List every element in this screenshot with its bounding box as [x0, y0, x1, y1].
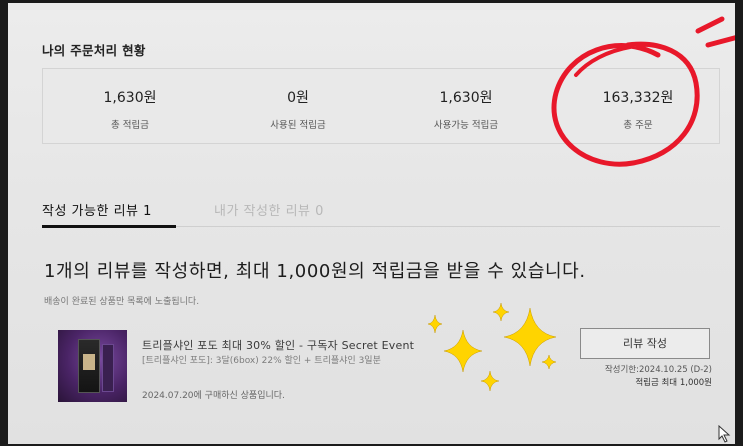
total-points-value: 1,630원	[103, 90, 157, 106]
review-deadline: 작성기한:2024.10.25 (D-2)	[604, 365, 712, 375]
available-points-label: 사용가능 적립금	[433, 120, 499, 131]
tab-divider	[176, 226, 720, 227]
sparkle-small-icon	[541, 354, 557, 370]
write-review-button[interactable]: 리뷰 작성	[580, 328, 710, 359]
active-tab-indicator	[42, 225, 176, 228]
bottle-image	[78, 339, 100, 393]
review-reward-headline: 1개의 리뷰를 작성하면, 최대 1,000원의 적립금을 받을 수 있습니다.	[44, 261, 586, 282]
product-title-link[interactable]: 트리플샤인 포도 최대 30% 할인 - 구독자 Secret Event	[142, 337, 414, 353]
purchase-date: 2024.07.20에 구매하신 상품입니다.	[142, 391, 285, 401]
total-orders-stat: 163,332원 총 주문	[563, 87, 713, 131]
sparkle-small-icon	[427, 314, 443, 334]
tab-my-reviews[interactable]: 내가 작성한 리뷰 0	[214, 200, 324, 219]
sparkle-decorations	[427, 302, 557, 392]
total-points-stat: 1,630원 총 적립금	[55, 87, 205, 131]
sparkle-large-icon	[503, 307, 557, 367]
order-summary-box: 1,630원 총 적립금 0원 사용된 적립금 1,630원 사용가능 적립금 …	[42, 68, 720, 144]
tab-writable-reviews[interactable]: 작성 가능한 리뷰 1	[42, 200, 152, 219]
review-max-points: 적립금 최대 1,000원	[635, 378, 712, 388]
delivery-notice: 배송이 완료된 상품만 목록에 노출됩니다.	[44, 297, 200, 307]
total-orders-label: 총 주문	[623, 120, 653, 131]
sparkle-small-icon	[492, 302, 510, 322]
sparkle-medium-icon	[443, 329, 483, 373]
product-option: [트리플샤인 포도]: 3달(6box) 22% 할인 + 트리플샤인 3일분	[142, 356, 381, 366]
used-points-label: 사용된 적립금	[270, 120, 326, 131]
bottle-label-image	[83, 354, 95, 370]
mouse-cursor-icon	[718, 425, 731, 443]
product-thumbnail[interactable]	[58, 330, 127, 402]
package-box-image	[102, 344, 114, 392]
screen: 나의 주문처리 현황 1,630원 총 적립금 0원 사용된 적립금 1,630…	[8, 3, 735, 444]
red-emphasis-marks	[695, 16, 735, 48]
used-points-stat: 0원 사용된 적립금	[223, 87, 373, 131]
total-points-label: 총 적립금	[111, 120, 149, 131]
total-orders-value: 163,332원	[602, 90, 674, 106]
used-points-value: 0원	[287, 90, 309, 106]
sparkle-small-icon	[480, 370, 500, 392]
available-points-stat: 1,630원 사용가능 적립금	[391, 87, 541, 131]
available-points-value: 1,630원	[439, 90, 493, 106]
order-status-title: 나의 주문처리 현황	[42, 43, 146, 58]
